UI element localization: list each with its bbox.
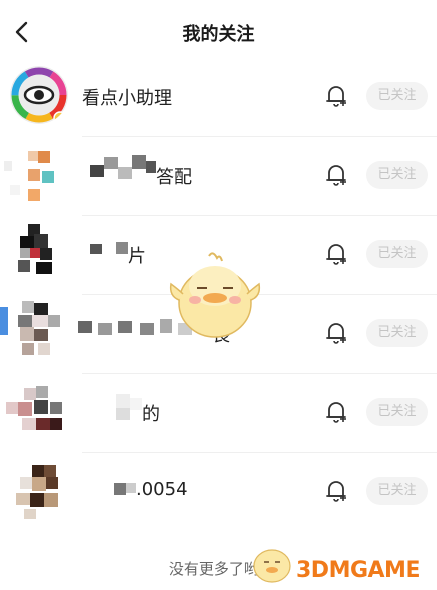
blurred-block [114, 483, 126, 495]
followed-name: .0054 [136, 479, 188, 500]
bell-plus-icon[interactable] [325, 163, 347, 187]
avatar [10, 461, 68, 519]
following-button[interactable]: 已关注 [366, 477, 428, 505]
blurred-block [146, 161, 156, 173]
list-item[interactable]: 答配 已关注 [0, 137, 437, 216]
bell-plus-icon[interactable] [325, 479, 347, 503]
avatar [10, 224, 68, 282]
blurred-block [140, 323, 154, 335]
blurred-block [90, 244, 102, 254]
following-button[interactable]: 已关注 [366, 319, 428, 347]
blurred-block [132, 155, 146, 169]
following-button[interactable]: 已关注 [366, 161, 428, 189]
bell-plus-icon[interactable] [325, 321, 347, 345]
blurred-block [118, 167, 132, 179]
list-item[interactable]: .0054 已关注 [0, 453, 437, 532]
followed-name: 片 [128, 246, 146, 267]
blurred-block [116, 394, 130, 408]
header: 我的关注 [0, 0, 437, 62]
blurred-block [130, 398, 142, 410]
bell-plus-icon[interactable] [325, 84, 347, 108]
page-title: 我的关注 [182, 24, 255, 45]
followed-name: 答配 [156, 167, 192, 188]
avatar [10, 66, 68, 124]
blurred-block [118, 321, 132, 333]
followed-name: 看点小助理 [82, 88, 172, 109]
blurred-block [104, 157, 118, 169]
blurred-block [116, 242, 128, 254]
list-item[interactable]: 的 已关注 [0, 374, 437, 453]
blurred-block [78, 321, 92, 333]
blurred-block [90, 165, 104, 177]
list-item[interactable]: 看点小助理 已关注 [0, 58, 437, 137]
bell-plus-icon[interactable] [325, 400, 347, 424]
eye-logo-icon [10, 66, 68, 124]
followed-name: 的 [142, 404, 160, 425]
blurred-block [126, 483, 136, 493]
following-button[interactable]: 已关注 [366, 82, 428, 110]
avatar [0, 301, 68, 361]
mascot-chick-icon [169, 252, 261, 338]
avatar [6, 382, 68, 440]
following-button[interactable]: 已关注 [366, 240, 428, 268]
blurred-block [98, 323, 112, 335]
bell-plus-icon[interactable] [325, 242, 347, 266]
following-button[interactable]: 已关注 [366, 398, 428, 426]
blurred-block [116, 408, 130, 420]
watermark-text: 3DMGAME [296, 558, 420, 583]
avatar [4, 145, 68, 203]
